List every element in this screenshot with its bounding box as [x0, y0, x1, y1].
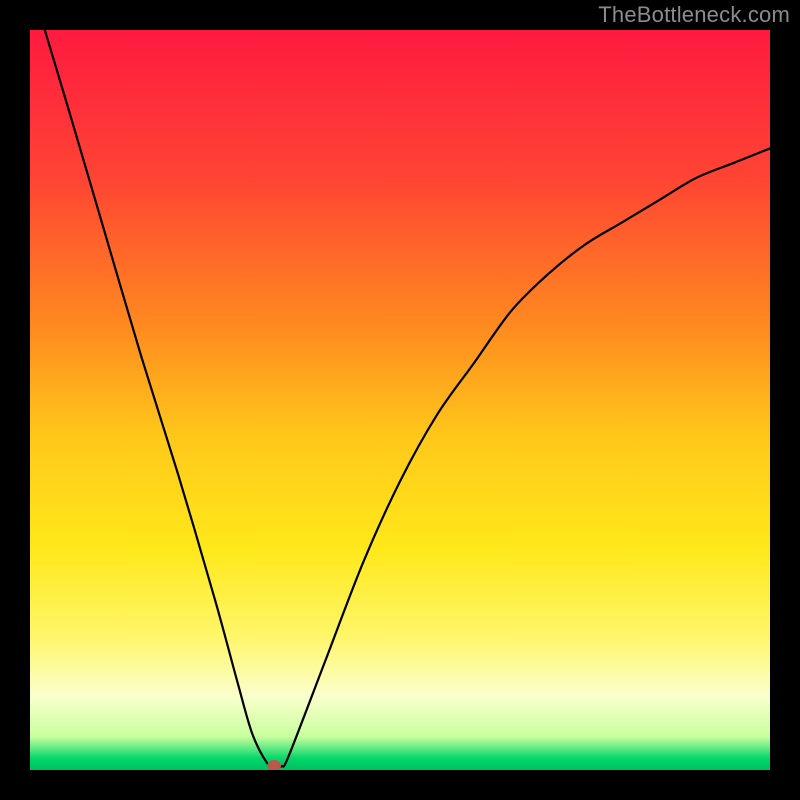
chart-frame: TheBottleneck.com — [0, 0, 800, 800]
bottleneck-chart — [30, 30, 770, 770]
plot-background — [30, 30, 770, 770]
watermark-text: TheBottleneck.com — [598, 2, 790, 28]
